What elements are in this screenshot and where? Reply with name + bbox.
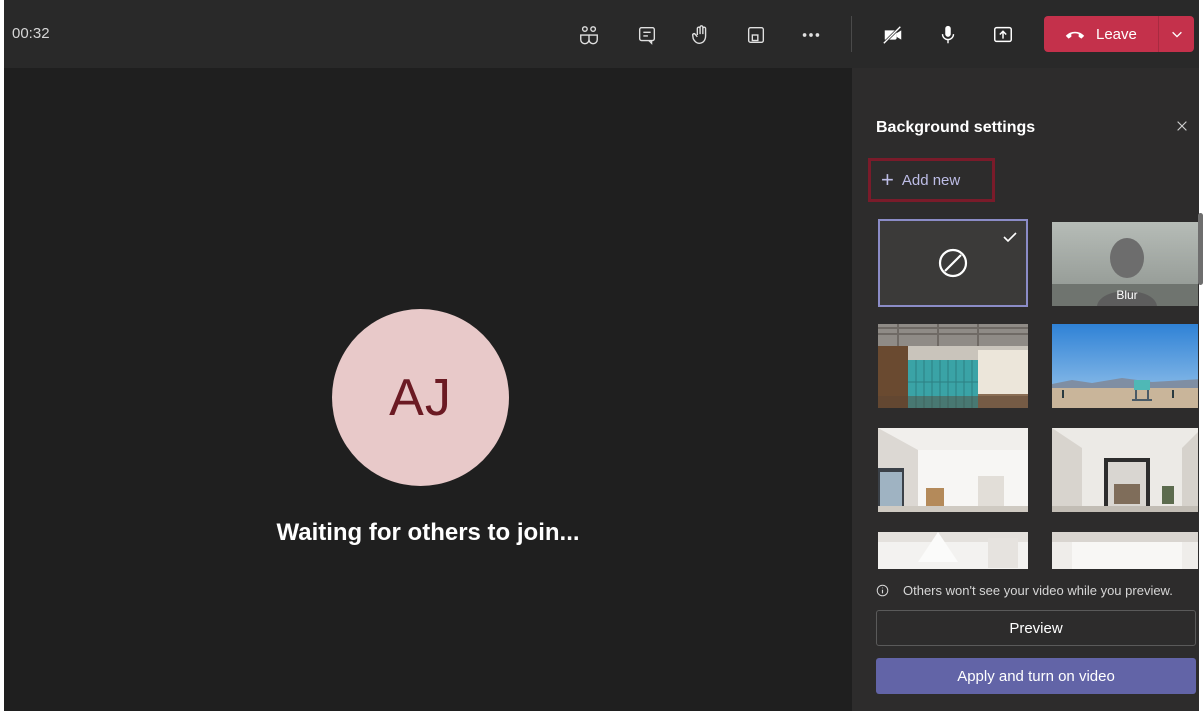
checkmark-icon xyxy=(1003,232,1017,243)
raise-hand-icon[interactable] xyxy=(688,22,714,48)
background-option-room-1[interactable] xyxy=(878,428,1028,512)
apply-and-turn-on-video-button[interactable]: Apply and turn on video xyxy=(876,658,1196,694)
meeting-stage: AJ Waiting for others to join... xyxy=(4,68,852,711)
avatar: AJ xyxy=(332,309,509,486)
room-4-thumbnail xyxy=(1052,532,1198,569)
leave-label: Leave xyxy=(1096,25,1137,43)
meeting-window: 00:32 Leave AJ Waiting for others to joi… xyxy=(4,0,1203,711)
office-thumbnail xyxy=(878,324,1028,408)
add-new-label: Add new xyxy=(901,171,961,189)
background-grid: Blur xyxy=(876,219,1198,569)
more-icon[interactable] xyxy=(798,22,824,48)
chat-icon[interactable] xyxy=(634,22,660,48)
background-settings-panel: Background settings + Add new Blur Other… xyxy=(852,68,1199,711)
leave-button[interactable]: Leave xyxy=(1044,16,1158,52)
plus-icon: + xyxy=(881,167,894,192)
meeting-toolbar: 00:32 Leave xyxy=(4,0,1199,68)
add-new-button[interactable]: + Add new xyxy=(868,158,995,202)
people-icon[interactable] xyxy=(576,22,602,48)
background-option-room-2[interactable] xyxy=(1052,428,1198,512)
room-1-thumbnail xyxy=(878,428,1028,512)
preview-button[interactable]: Preview xyxy=(876,610,1196,646)
rooms-icon[interactable] xyxy=(743,22,769,48)
chevron-down-icon xyxy=(1171,31,1182,38)
background-option-beach[interactable] xyxy=(1052,324,1198,408)
toolbar-divider xyxy=(851,16,852,52)
preview-info: Others won't see your video while you pr… xyxy=(876,583,1173,598)
room-2-thumbnail xyxy=(1052,428,1198,512)
meeting-timer: 00:32 xyxy=(12,25,50,42)
camera-off-icon[interactable] xyxy=(880,22,906,48)
close-icon[interactable] xyxy=(1172,116,1192,136)
hang-up-icon xyxy=(1065,31,1085,39)
info-text: Others won't see your video while you pr… xyxy=(903,583,1173,598)
panel-title: Background settings xyxy=(876,119,1036,136)
background-option-room-4[interactable] xyxy=(1052,532,1198,569)
mic-icon[interactable] xyxy=(935,22,961,48)
background-option-office[interactable] xyxy=(878,324,1028,408)
info-icon xyxy=(876,584,889,597)
no-background-icon xyxy=(938,248,968,278)
background-option-none[interactable] xyxy=(878,219,1028,307)
waiting-message: Waiting for others to join... xyxy=(276,519,580,546)
leave-button-group: Leave xyxy=(1044,16,1194,52)
panel-scrollbar[interactable] xyxy=(1198,213,1203,285)
leave-options-button[interactable] xyxy=(1159,16,1194,52)
background-option-room-3[interactable] xyxy=(878,532,1028,569)
avatar-initials: AJ xyxy=(389,368,452,427)
background-option-blur[interactable]: Blur xyxy=(1052,222,1198,306)
beach-thumbnail xyxy=(1052,324,1198,408)
share-icon[interactable] xyxy=(990,22,1016,48)
room-3-thumbnail xyxy=(878,532,1028,569)
blur-label: Blur xyxy=(1116,288,1138,302)
